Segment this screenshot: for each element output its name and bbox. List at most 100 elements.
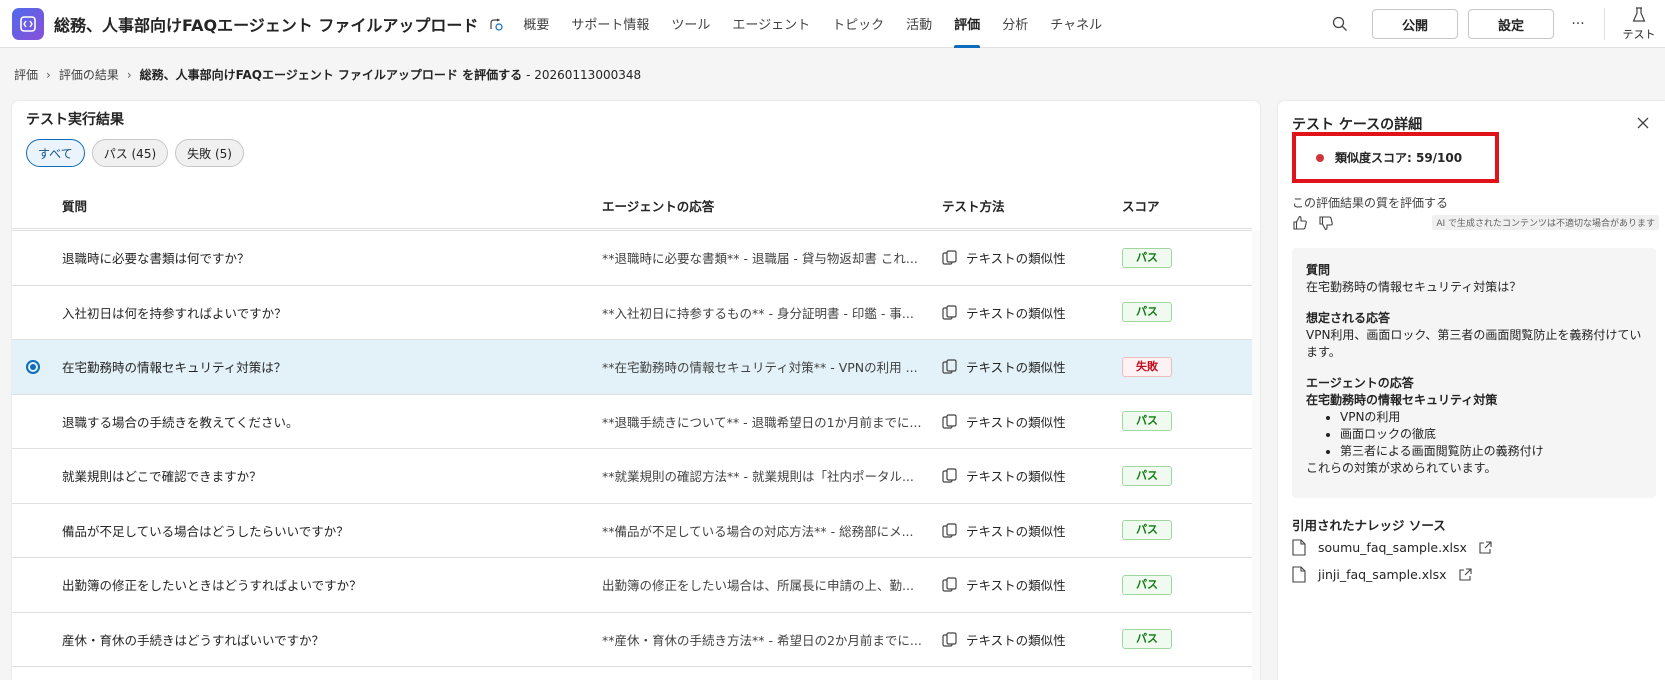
text-similarity-icon xyxy=(942,413,958,429)
chevron-right-icon: › xyxy=(126,67,132,82)
row-score: パス xyxy=(1122,411,1172,432)
row-answer: **備品が不足している場合の対応方法** - 総務部にメ... xyxy=(602,523,914,539)
more-options-icon[interactable]: ··· xyxy=(1568,16,1588,32)
open-external-icon[interactable] xyxy=(1458,567,1473,581)
agent-response-label: エージェントの応答 xyxy=(1306,376,1414,390)
nav-channels[interactable]: チャネル xyxy=(1039,0,1113,48)
open-external-icon[interactable] xyxy=(1479,540,1493,554)
thumbs-down-icon[interactable] xyxy=(1318,214,1336,232)
qa-details: 質問 在宅勤務時の情報セキュリティ対策は？ 想定される応答 VPN利用、画面ロッ… xyxy=(1292,248,1656,498)
row-score: パス xyxy=(1122,465,1172,486)
question-label: 質問 xyxy=(1306,263,1331,277)
knowledge-source-item[interactable]: jinji_faq_sample.xlsx xyxy=(1292,565,1473,583)
row-question: 産休・育休の手続きはどうすればいいですか？ xyxy=(62,632,325,648)
row-selected-radio[interactable] xyxy=(26,359,40,374)
breadcrumb-evaluation[interactable]: 評価 xyxy=(14,66,38,83)
row-method-label: テキストの類似性 xyxy=(966,523,1066,539)
row-method: テキストの類似性 xyxy=(942,466,1066,485)
table-row[interactable]: 退職する場合の手続きを教えてください。 **退職手続きについて** - 退職希望… xyxy=(12,395,1252,449)
column-score[interactable]: スコア xyxy=(1122,196,1160,215)
breadcrumb: 評価 › 評価の結果 › 総務、人事部向けFAQエージェント ファイルアップロー… xyxy=(14,66,641,83)
thumbs-up-icon[interactable] xyxy=(1292,214,1310,232)
results-table-body: 退職時に必要な書類は何ですか？ **退職時に必要な書類** - 退職届 - 貸与… xyxy=(12,231,1252,667)
share-settings-icon[interactable] xyxy=(488,16,504,32)
nav-tools[interactable]: ツール xyxy=(660,0,721,48)
source-filename[interactable]: soumu_faq_sample.xlsx xyxy=(1318,540,1467,555)
row-method-label: テキストの類似性 xyxy=(966,469,1066,485)
test-button[interactable]: テスト xyxy=(1619,6,1659,42)
row-question: 退職する場合の手続きを教えてください。 xyxy=(62,414,299,430)
nav-agents[interactable]: エージェント xyxy=(721,0,821,48)
column-answer[interactable]: エージェントの応答 xyxy=(602,196,714,215)
row-answer: **就業規則の確認方法** - 就業規則は「社内ポータル... xyxy=(602,469,914,485)
column-method[interactable]: テスト方法 xyxy=(942,196,1005,215)
filter-all[interactable]: すべて xyxy=(26,139,85,167)
nav-overview[interactable]: 概要 xyxy=(512,0,560,48)
file-icon xyxy=(1292,538,1308,556)
divider xyxy=(1604,8,1605,40)
test-results-card: テスト実行結果 すべて パス (45) 失敗 (5) 質問 エージェントの応答 … xyxy=(12,101,1260,680)
breadcrumb-run-id: - 20260113000348 xyxy=(526,67,642,82)
table-row[interactable]: 入社初日は何を持参すればよいですか？ **入社初日に持参するもの** - 身分証… xyxy=(12,286,1252,340)
list-item: 第三者による画面閲覧防止の義務付け xyxy=(1340,443,1642,460)
row-method: テキストの類似性 xyxy=(942,248,1066,267)
expected-label: 想定される応答 xyxy=(1306,311,1391,325)
search-icon[interactable] xyxy=(1330,14,1350,34)
status-badge: パス xyxy=(1122,247,1172,268)
expected-block: 想定される応答 VPN利用、画面ロック、第三者の画面閲覧防止を義務付けています。 xyxy=(1306,310,1642,361)
status-badge: パス xyxy=(1122,520,1172,541)
filter-fail[interactable]: 失敗 (5) xyxy=(175,139,244,167)
row-answer: 出勤簿の修正をしたい場合は、所属長に申請の上、勤... xyxy=(602,578,914,594)
row-question: 退職時に必要な書類は何ですか？ xyxy=(62,251,250,267)
row-method: テキストの類似性 xyxy=(942,303,1066,322)
breadcrumb-current: 総務、人事部向けFAQエージェント ファイルアップロード を評価する xyxy=(139,68,523,82)
row-answer: **在宅勤務時の情報セキュリティ対策** - VPNの利用 ... xyxy=(602,360,918,376)
row-question: 在宅勤務時の情報セキュリティ対策は？ xyxy=(62,360,287,376)
status-badge: 失敗 xyxy=(1122,356,1172,377)
source-filename[interactable]: jinji_faq_sample.xlsx xyxy=(1318,567,1447,582)
close-icon[interactable] xyxy=(1635,115,1651,131)
text-similarity-icon xyxy=(942,250,958,266)
table-row[interactable]: 就業規則はどこで確認できますか？ **就業規則の確認方法** - 就業規則は「社… xyxy=(12,449,1252,504)
test-case-detail-panel: テスト ケースの詳細 類似度スコア: 59/100 この評価結果の質を評価する … xyxy=(1278,101,1665,680)
row-method: テキストの類似性 xyxy=(942,630,1066,649)
column-question[interactable]: 質問 xyxy=(62,196,87,215)
nav-analytics[interactable]: 分析 xyxy=(991,0,1039,48)
nav-topics[interactable]: トピック xyxy=(821,0,895,48)
row-score: パス xyxy=(1122,247,1172,268)
knowledge-source-item[interactable]: soumu_faq_sample.xlsx xyxy=(1292,538,1493,556)
row-method-label: テキストの類似性 xyxy=(966,578,1066,594)
row-score: パス xyxy=(1122,629,1172,650)
top-bar: 総務、人事部向けFAQエージェント ファイルアップロード 概要 サポート情報 ツ… xyxy=(0,0,1665,48)
row-method-label: テキストの類似性 xyxy=(966,305,1066,321)
publish-button[interactable]: 公開 xyxy=(1372,9,1458,39)
status-badge: パス xyxy=(1122,629,1172,650)
row-score: パス xyxy=(1122,574,1172,595)
row-score: 失敗 xyxy=(1122,356,1172,377)
similarity-score-highlight: 類似度スコア: 59/100 xyxy=(1292,132,1499,183)
nav-support-info[interactable]: サポート情報 xyxy=(560,0,660,48)
table-row[interactable]: 出勤簿の修正をしたいときはどうすればよいですか？ 出勤簿の修正をしたい場合は、所… xyxy=(12,558,1252,613)
table-row[interactable]: 備品が不足している場合はどうしたらいいですか？ **備品が不足している場合の対応… xyxy=(12,504,1252,558)
row-method-label: テキストの類似性 xyxy=(966,251,1066,267)
filter-pass[interactable]: パス (45) xyxy=(91,139,169,167)
agent-response-list: VPNの利用 画面ロックの徹底 第三者による画面閲覧防止の義務付け xyxy=(1340,409,1642,460)
list-item: VPNの利用 xyxy=(1340,409,1642,426)
table-row[interactable]: 産休・育休の手続きはどうすればいいですか？ **産休・育休の手続き方法** - … xyxy=(12,613,1252,667)
row-answer: **入社初日に持参するもの** - 身分証明書 - 印鑑 - 事... xyxy=(602,305,914,321)
text-similarity-icon xyxy=(942,577,958,593)
table-row[interactable]: 退職時に必要な書類は何ですか？ **退職時に必要な書類** - 退職届 - 貸与… xyxy=(12,231,1252,286)
agent-response-closing: これらの対策が求められています。 xyxy=(1306,461,1497,475)
row-question: 入社初日は何を持参すればよいですか？ xyxy=(62,305,287,321)
settings-button[interactable]: 設定 xyxy=(1468,9,1554,39)
breadcrumb-results[interactable]: 評価の結果 xyxy=(59,66,119,83)
detail-title: テスト ケースの詳細 xyxy=(1292,117,1423,133)
table-scrollbar[interactable] xyxy=(1252,231,1260,680)
nav-activity[interactable]: 活動 xyxy=(895,0,943,48)
row-question: 出勤簿の修正をしたいときはどうすればよいですか？ xyxy=(62,578,362,594)
row-question: 備品が不足している場合はどうしたらいいですか？ xyxy=(62,523,349,539)
results-title: テスト実行結果 xyxy=(26,112,124,128)
status-badge: パス xyxy=(1122,465,1172,486)
nav-evaluation[interactable]: 評価 xyxy=(943,0,991,48)
table-row-selected[interactable]: 在宅勤務時の情報セキュリティ対策は？ **在宅勤務時の情報セキュリティ対策** … xyxy=(12,340,1252,395)
